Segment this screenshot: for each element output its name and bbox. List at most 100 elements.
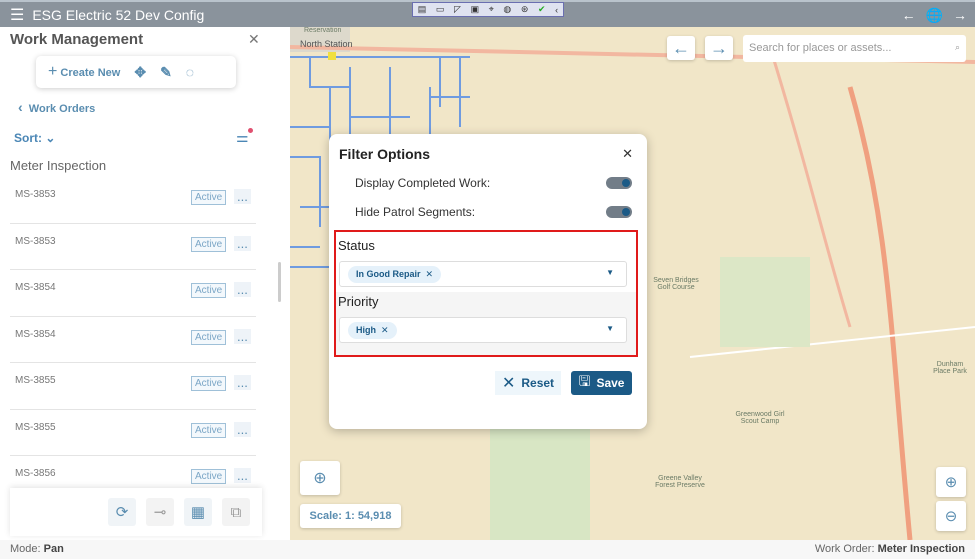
route-icon[interactable]: ⊸ bbox=[146, 498, 174, 526]
map-label: Dunham Place Park bbox=[933, 361, 967, 375]
reset-label: Reset bbox=[521, 376, 555, 390]
status-badge: Active bbox=[191, 376, 227, 391]
sort-dropdown[interactable]: Sort: ⌄ bbox=[14, 131, 55, 145]
close-icon[interactable]: ✕ bbox=[622, 146, 633, 162]
priority-select[interactable]: High ✕ ▼ bbox=[339, 317, 627, 343]
map-label: North Station bbox=[300, 39, 353, 49]
status-label: Status bbox=[338, 238, 375, 253]
list-item[interactable]: MS-3855 Active... bbox=[10, 363, 256, 410]
square-icon[interactable]: ▣ bbox=[471, 4, 480, 15]
display-completed-toggle[interactable] bbox=[606, 177, 632, 189]
list-item[interactable]: MS-3854 Active... bbox=[10, 317, 256, 363]
scale-indicator: Scale: 1: 54,918 bbox=[300, 504, 401, 528]
zoom-in-icon: ⊕ bbox=[944, 474, 958, 491]
more-button[interactable]: ... bbox=[234, 375, 251, 390]
work-order-value: Meter Inspection bbox=[877, 543, 965, 555]
save-button[interactable]: 🖫 Save bbox=[571, 371, 632, 395]
caret-down-icon[interactable]: ▼ bbox=[606, 268, 614, 277]
remove-chip-icon[interactable]: ✕ bbox=[426, 269, 434, 279]
accessibility-icon[interactable]: ⊛ bbox=[521, 4, 529, 15]
remove-chip-icon[interactable]: ✕ bbox=[381, 325, 389, 335]
calendar-icon[interactable]: ▦ bbox=[184, 498, 212, 526]
hamburger-icon[interactable]: ☰ bbox=[10, 5, 24, 25]
work-order-id: MS-3855 bbox=[15, 421, 56, 433]
pointer-icon[interactable]: ◸ bbox=[454, 4, 461, 15]
status-badge: Active bbox=[191, 283, 227, 298]
section-heading: Meter Inspection bbox=[10, 158, 107, 173]
map-label: Seven Bridges Golf Course bbox=[653, 277, 699, 291]
mode-status: Mode: Pan bbox=[10, 543, 64, 555]
status-bar: Mode: Pan Work Order: Meter Inspection bbox=[0, 540, 975, 559]
refresh-icon[interactable]: ⟳ bbox=[108, 498, 136, 526]
list-scrollbar[interactable] bbox=[278, 262, 281, 302]
lasso-icon[interactable]: ◌ bbox=[186, 64, 194, 80]
back-label: Work Orders bbox=[28, 103, 96, 115]
save-icon: 🖫 bbox=[578, 373, 591, 389]
mode-value: Pan bbox=[43, 543, 64, 555]
dialog-title: Filter Options bbox=[339, 146, 430, 162]
more-button[interactable]: ... bbox=[234, 282, 251, 297]
work-order-id: MS-3853 bbox=[15, 235, 56, 247]
zoom-out-button[interactable]: ⊖ bbox=[936, 501, 966, 531]
forward-arrow-icon[interactable]: → bbox=[953, 7, 967, 24]
mic-icon[interactable]: ◍ bbox=[503, 4, 511, 15]
reset-button[interactable]: ✕ Reset bbox=[495, 371, 561, 395]
work-order-id: MS-3854 bbox=[15, 328, 56, 340]
map-forward-button[interactable]: → bbox=[705, 36, 733, 60]
map-label: Reservation bbox=[304, 27, 342, 34]
priority-chip-label: High bbox=[356, 325, 376, 335]
map-search-input[interactable]: Search for places or assets... ⌕ bbox=[743, 35, 966, 62]
map-label: Greenwood Girl Scout Camp bbox=[735, 411, 785, 425]
work-order-list: MS-3853 Active... MS-3853 Active... MS-385… bbox=[10, 177, 256, 503]
back-arrow-icon[interactable]: ← bbox=[902, 7, 916, 24]
chevron-left-icon: ‹ bbox=[18, 99, 23, 115]
hide-patrol-label: Hide Patrol Segments: bbox=[355, 205, 476, 219]
work-order-status: Work Order: Meter Inspection bbox=[815, 543, 965, 555]
list-item[interactable]: MS-3853 Active... bbox=[10, 177, 256, 224]
globe-icon[interactable]: 🌐 bbox=[926, 7, 943, 24]
search-icon: ⌕ bbox=[954, 42, 960, 52]
plus-icon: + bbox=[48, 63, 58, 80]
mode-label: Mode: bbox=[10, 543, 41, 555]
filter-options-dialog: Filter Options ✕ Display Completed Work:… bbox=[329, 134, 647, 429]
list-item[interactable]: MS-3855 Active... bbox=[10, 410, 256, 456]
list-item[interactable]: MS-3854 Active... bbox=[10, 270, 256, 317]
clip-icon[interactable]: ▤ bbox=[418, 4, 427, 15]
map-layers-icon[interactable]: ⧉ bbox=[222, 498, 250, 526]
more-button[interactable]: ... bbox=[234, 328, 251, 344]
more-button[interactable]: ... bbox=[234, 421, 251, 437]
hide-patrol-toggle[interactable] bbox=[606, 206, 632, 218]
more-button[interactable]: ... bbox=[234, 235, 251, 251]
status-select[interactable]: In Good Repair ✕ ▼ bbox=[339, 261, 627, 287]
recording-toolstrip: ▤ ▭ ◸ ▣ ⌖ ◍ ⊛ ✔ ‹ bbox=[412, 2, 564, 17]
caret-down-icon[interactable]: ▼ bbox=[606, 324, 614, 333]
locate-button[interactable]: ⊕ bbox=[300, 461, 340, 495]
back-to-work-orders[interactable]: ‹ Work Orders bbox=[18, 99, 95, 115]
zoom-in-button[interactable]: ⊕ bbox=[936, 467, 966, 497]
scale-text: Scale: 1: 54,918 bbox=[309, 510, 392, 522]
more-button[interactable]: ... bbox=[234, 468, 251, 483]
status-badge: Active bbox=[191, 422, 227, 438]
pencil-icon[interactable]: ✎ bbox=[160, 64, 172, 81]
create-new-button[interactable]: + Create New bbox=[48, 63, 120, 81]
app-title: ESG Electric 52 Dev Config bbox=[32, 6, 205, 23]
map-label: Greene Valley Forest Preserve bbox=[655, 475, 705, 489]
map-back-button[interactable]: ← bbox=[667, 36, 695, 60]
video-icon[interactable]: ▭ bbox=[436, 4, 445, 15]
check-icon[interactable]: ✔ bbox=[538, 4, 546, 15]
status-badge: Active bbox=[191, 236, 227, 252]
move-icon[interactable]: ✥ bbox=[134, 64, 146, 81]
work-order-label: Work Order: bbox=[814, 543, 875, 555]
chevron-left-icon[interactable]: ‹ bbox=[555, 5, 558, 15]
filter-sliders-icon: ⚌ bbox=[236, 129, 249, 145]
create-new-label: Create New bbox=[60, 67, 121, 79]
bottom-toolbar: ⟳ ⊸ ▦ ⧉ bbox=[10, 488, 262, 536]
list-item[interactable]: MS-3853 Active... bbox=[10, 224, 256, 270]
filter-button[interactable]: ⚌ bbox=[236, 128, 253, 146]
work-toolbox: + Create New ✥ ✎ ◌ bbox=[36, 56, 236, 88]
close-icon[interactable]: ✕ bbox=[248, 31, 260, 48]
cursor-icon[interactable]: ⌖ bbox=[489, 4, 494, 15]
more-button[interactable]: ... bbox=[234, 189, 251, 204]
sort-label: Sort: bbox=[14, 131, 42, 145]
status-badge: Active bbox=[191, 329, 227, 345]
